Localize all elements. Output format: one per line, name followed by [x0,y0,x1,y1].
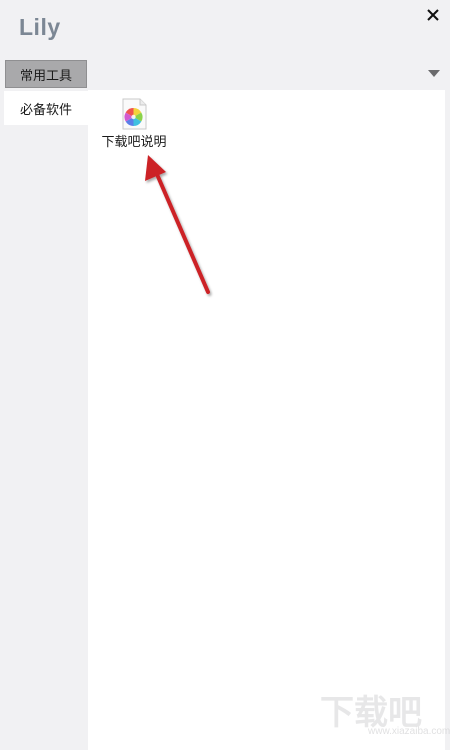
app-title: Lily [19,14,61,40]
close-icon [427,9,439,21]
chevron-down-icon[interactable] [428,70,440,77]
sidebar-item-essential-software[interactable]: 必备软件 [4,91,88,125]
file-item[interactable]: 下载吧说明 [94,96,174,152]
file-label: 下载吧说明 [101,135,167,150]
sidebar: 必备软件 [0,90,88,750]
tab-bar: 常用工具 [0,58,450,90]
content-area: 下载吧说明 [88,90,445,750]
watermark-title: 下载吧 [320,693,422,730]
close-button[interactable] [423,5,443,25]
watermark-url: www.xiazaiba.com [368,726,450,737]
window-header: Lily [0,0,450,58]
tab-common-tools[interactable]: 常用工具 [5,60,87,88]
watermark: 下载吧 www.xiazaiba.com [318,690,450,748]
colorful-pinwheel-file-icon [118,98,150,130]
